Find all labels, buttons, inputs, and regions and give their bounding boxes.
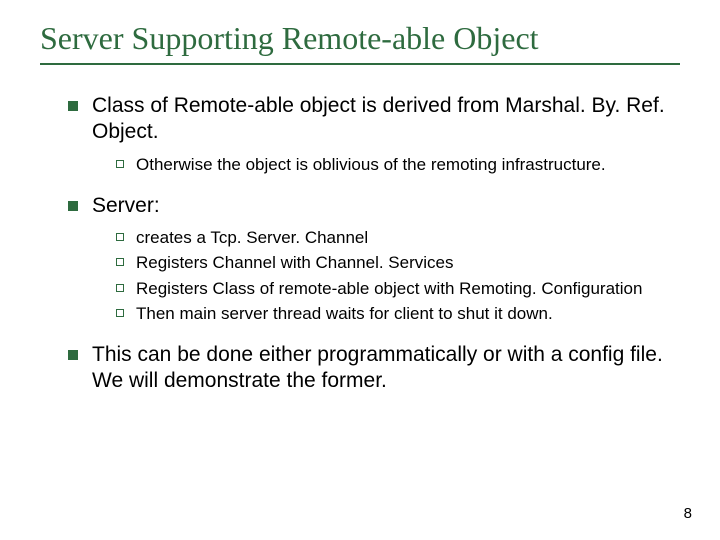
sub-bullet-list: Otherwise the object is oblivious of the… — [116, 154, 680, 175]
sub-bullet-item: Registers Class of remote-able object wi… — [116, 278, 680, 299]
title-underline — [40, 63, 680, 65]
sub-bullet-item: Otherwise the object is oblivious of the… — [116, 154, 680, 175]
slide-content: Class of Remote-able object is derived f… — [40, 93, 680, 395]
sub-bullet-item: Registers Channel with Channel. Services — [116, 252, 680, 273]
bullet-text: Class of Remote-able object is derived f… — [92, 93, 680, 146]
hollow-square-bullet-icon — [116, 309, 124, 317]
sub-bullet-text: creates a Tcp. Server. Channel — [136, 227, 680, 248]
bullet-item: This can be done either programmatically… — [68, 342, 680, 395]
square-bullet-icon — [68, 201, 78, 211]
sub-bullet-item: Then main server thread waits for client… — [116, 303, 680, 324]
bullet-item: Server: — [68, 193, 680, 219]
hollow-square-bullet-icon — [116, 160, 124, 168]
bullet-text: This can be done either programmatically… — [92, 342, 680, 395]
hollow-square-bullet-icon — [116, 258, 124, 266]
sub-bullet-text: Registers Channel with Channel. Services — [136, 252, 680, 273]
slide: Server Supporting Remote-able Object Cla… — [0, 0, 720, 540]
sub-bullet-item: creates a Tcp. Server. Channel — [116, 227, 680, 248]
square-bullet-icon — [68, 350, 78, 360]
sub-bullet-text: Registers Class of remote-able object wi… — [136, 278, 680, 299]
slide-title: Server Supporting Remote-able Object — [40, 20, 680, 57]
sub-bullet-text: Then main server thread waits for client… — [136, 303, 680, 324]
hollow-square-bullet-icon — [116, 233, 124, 241]
bullet-item: Class of Remote-able object is derived f… — [68, 93, 680, 146]
sub-bullet-text: Otherwise the object is oblivious of the… — [136, 154, 680, 175]
hollow-square-bullet-icon — [116, 284, 124, 292]
bullet-text: Server: — [92, 193, 680, 219]
square-bullet-icon — [68, 101, 78, 111]
sub-bullet-list: creates a Tcp. Server. Channel Registers… — [116, 227, 680, 324]
page-number: 8 — [684, 505, 692, 522]
